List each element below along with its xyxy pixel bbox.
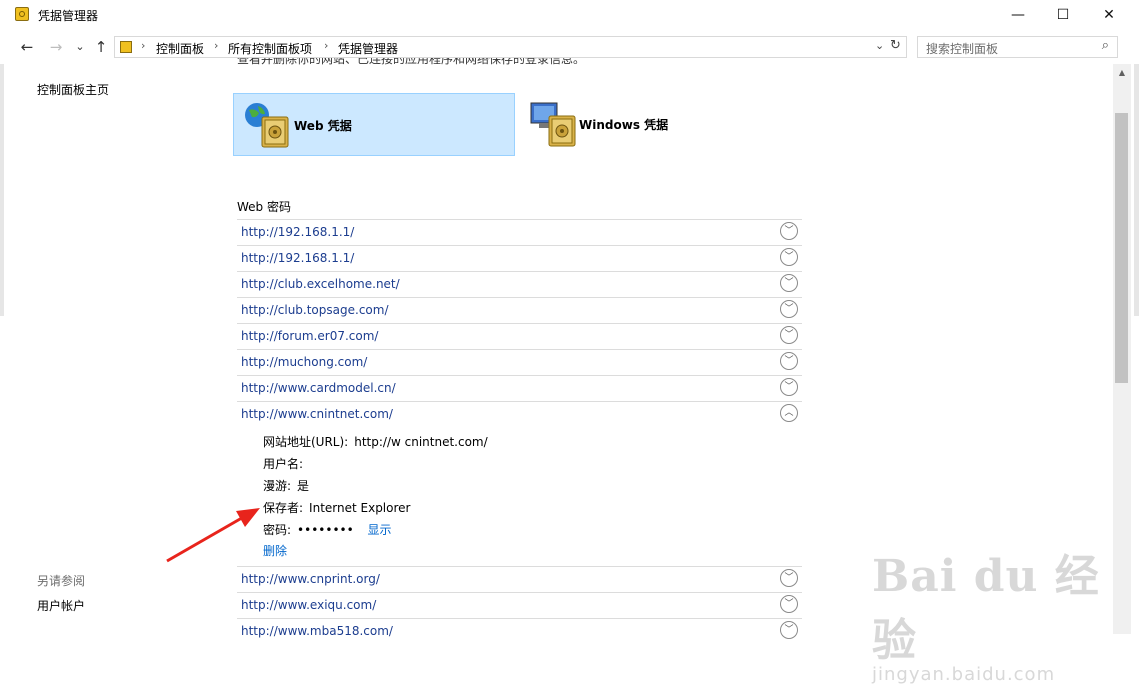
baidu-watermark: Bai du 经验 jingyan.baidu.com bbox=[872, 540, 1139, 685]
watermark-url: jingyan.baidu.com bbox=[872, 664, 1056, 685]
watermark-logo: Bai du 经验 bbox=[872, 551, 1100, 666]
